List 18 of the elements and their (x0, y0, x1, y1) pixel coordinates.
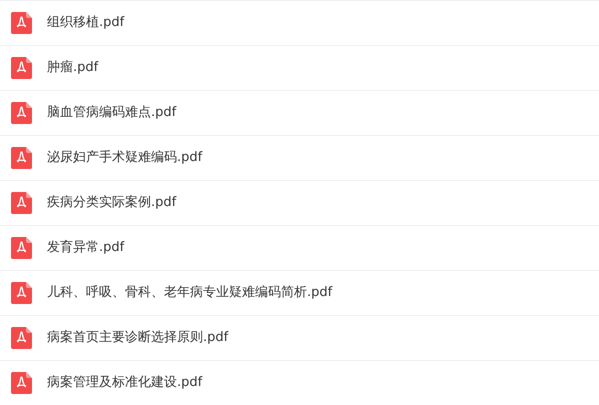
file-name[interactable]: 发育异常.pdf (47, 238, 124, 258)
pdf-file-icon (11, 327, 32, 349)
pdf-file-icon (11, 57, 32, 79)
pdf-file-icon (11, 147, 32, 169)
file-name[interactable]: 疾病分类实际案例.pdf (47, 193, 176, 213)
pdf-file-icon (11, 102, 32, 124)
pdf-file-icon (11, 282, 32, 304)
file-name[interactable]: 肿瘤.pdf (47, 58, 98, 78)
pdf-file-icon (11, 12, 32, 34)
file-name[interactable]: 病案管理及标准化建设.pdf (47, 373, 202, 393)
file-name[interactable]: 儿科、呼吸、骨科、老年病专业疑难编码简析.pdf (47, 283, 332, 303)
file-name[interactable]: 脑血管病编码难点.pdf (47, 103, 176, 123)
pdf-file-icon (11, 237, 32, 259)
pdf-file-icon (11, 192, 32, 214)
file-name[interactable]: 病案首页主要诊断选择原则.pdf (47, 328, 228, 348)
pdf-file-icon (11, 372, 32, 394)
file-name[interactable]: 组织移植.pdf (47, 13, 124, 33)
file-name[interactable]: 泌尿妇产手术疑难编码.pdf (47, 148, 202, 168)
